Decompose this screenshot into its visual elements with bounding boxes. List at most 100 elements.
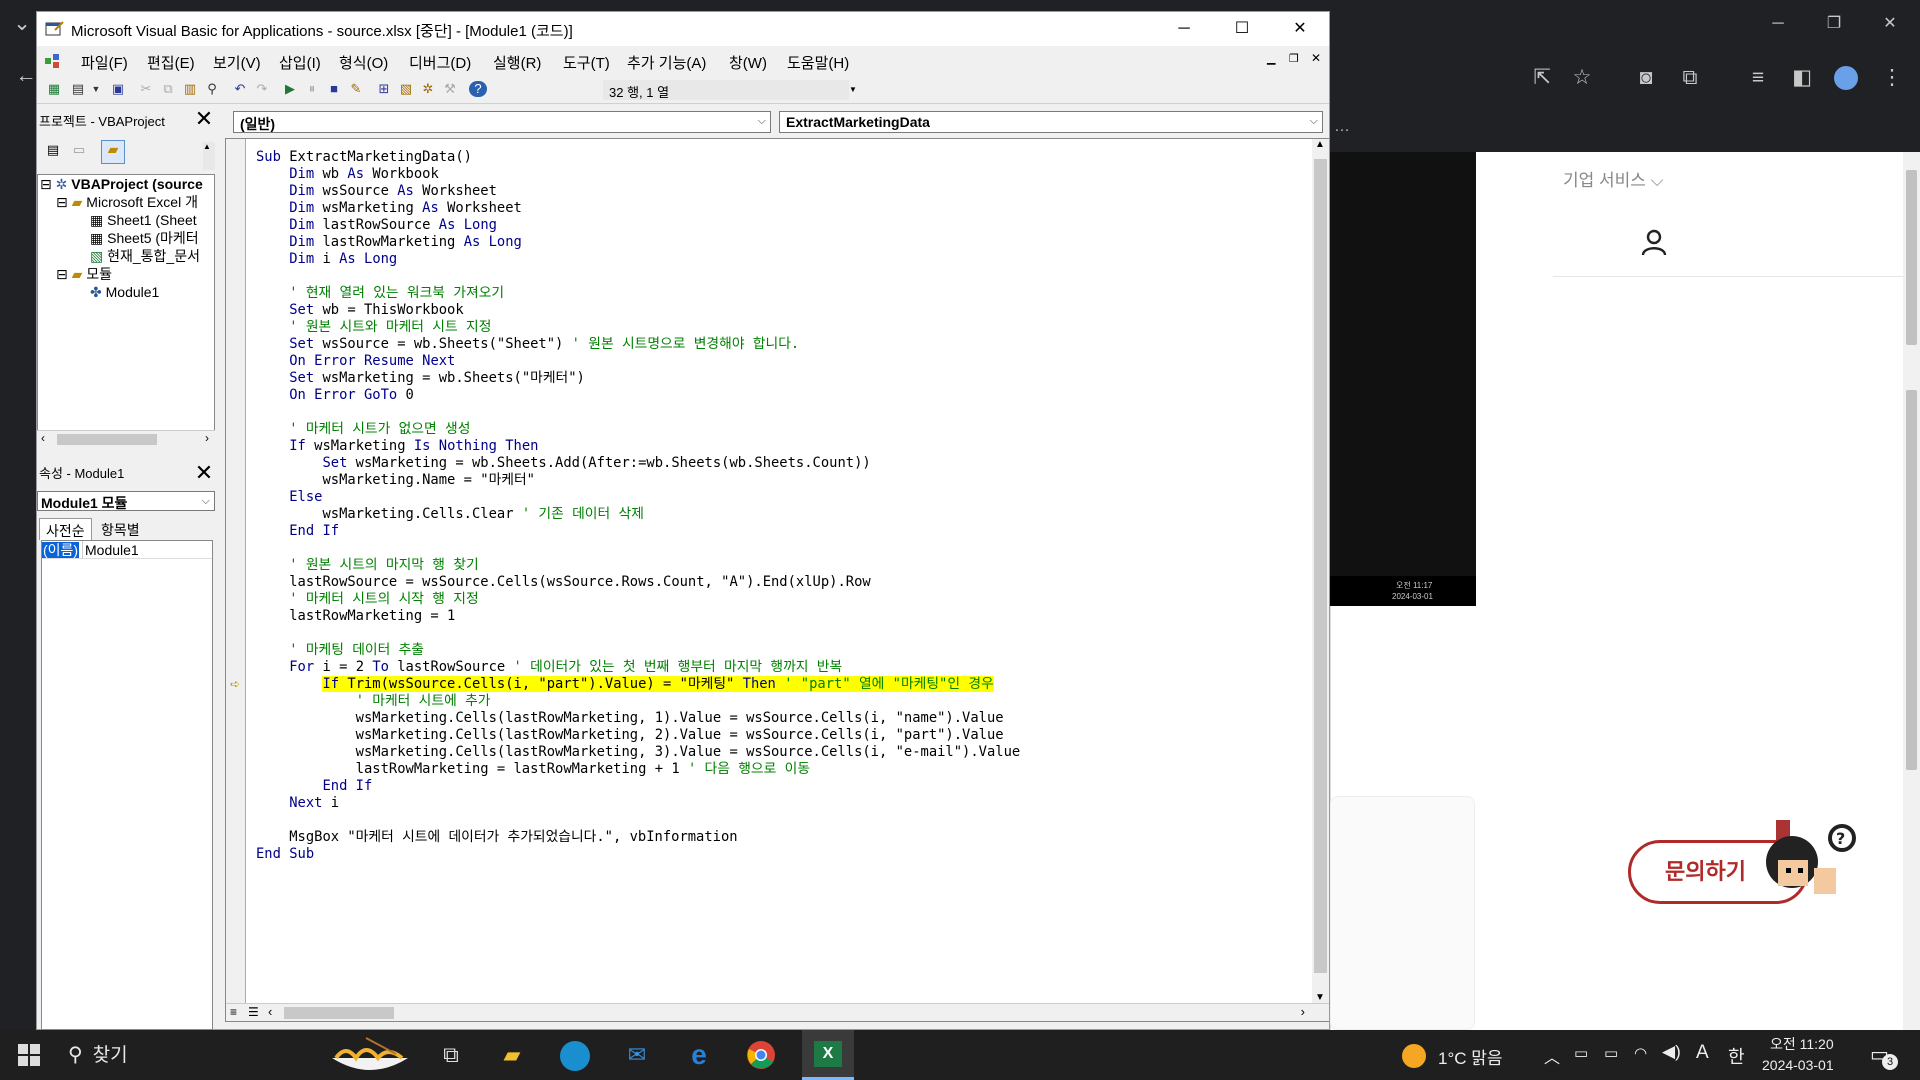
mdi-close-button[interactable]: ✕	[1311, 51, 1321, 65]
code-vscroll-thumb[interactable]	[1314, 159, 1327, 973]
project-hscrollbar[interactable]: ‹ ›	[37, 430, 215, 447]
properties-object-select[interactable]: Module1 모듈 ⌵	[37, 491, 215, 511]
menu-file[interactable]: 파일(F)	[81, 52, 128, 73]
chevron-down-icon[interactable]: ⌵	[202, 495, 210, 508]
procedure-select[interactable]: ExtractMarketingData ⌵	[779, 111, 1323, 133]
code-editor[interactable]: Sub ExtractMarketingData() Dim wb As Wor…	[256, 149, 1020, 863]
collapse-icon[interactable]: ⊟	[56, 194, 68, 210]
bookmark-star-icon[interactable]: ☆	[1568, 66, 1596, 90]
pane-scroll-icon[interactable]: ▲	[203, 142, 215, 170]
ime-indicator[interactable]: 한	[1728, 1043, 1745, 1069]
tree-item-excel-objects[interactable]: ⊟ ▰ Microsoft Excel 개	[56, 193, 198, 211]
module-icon[interactable]	[43, 52, 63, 70]
volume-icon[interactable]: ◀)	[1662, 1042, 1681, 1062]
menu-edit[interactable]: 편집(E)	[147, 52, 195, 73]
copy-icon[interactable]: ⧉	[159, 81, 177, 97]
close-icon[interactable]: ✕	[1876, 12, 1904, 36]
tree-item-modules[interactable]: ⊟ ▰ 모듈	[56, 265, 112, 283]
menu-help[interactable]: 도움말(H)	[787, 52, 849, 73]
scroll-right-icon[interactable]: ›	[1301, 1004, 1305, 1019]
camera-icon[interactable]: ◙	[1632, 66, 1660, 90]
open-in-icon[interactable]: ⇱	[1528, 66, 1556, 90]
chevron-down-icon[interactable]: ⌵	[1310, 115, 1318, 128]
close-button[interactable]: ✕	[1271, 12, 1329, 46]
tree-item-sheet1[interactable]: ▦ Sheet1 (Sheet	[90, 211, 197, 229]
chrome-icon[interactable]	[746, 1040, 776, 1070]
task-view-icon[interactable]: ⧉	[436, 1042, 466, 1068]
break-icon[interactable]: ⏸	[303, 81, 321, 97]
tray-overflow-icon[interactable]: ︿	[1544, 1044, 1560, 1068]
menu-icon[interactable]: ⋮	[1878, 66, 1906, 90]
toggle-folders-icon[interactable]: ▰	[101, 140, 125, 164]
ime-a-indicator[interactable]: A	[1696, 1042, 1709, 1064]
reset-icon[interactable]: ■	[325, 81, 343, 97]
insert-dropdown-icon[interactable]: ▼	[87, 81, 105, 97]
scroll-up-icon[interactable]: ▲	[1315, 139, 1325, 150]
corp-service-menu[interactable]: 기업 서비스 ⌵	[1563, 166, 1664, 191]
property-row-name[interactable]: (이름) Module1	[42, 541, 212, 559]
mail-icon[interactable]: ✉	[620, 1042, 654, 1068]
taskbar-search[interactable]: ⚲ 찾기	[68, 1030, 348, 1080]
save-icon[interactable]: ▣	[109, 81, 127, 97]
design-mode-icon[interactable]: ✎	[347, 81, 365, 97]
run-icon[interactable]: ▶	[281, 81, 299, 97]
collapse-icon[interactable]: ⊟	[56, 266, 68, 282]
excel-taskbar-button[interactable]: X	[802, 1030, 854, 1080]
menu-tools[interactable]: 도구(T)	[563, 52, 610, 73]
mdi-minimize-button[interactable]: ▁	[1267, 52, 1275, 65]
scroll-thumb[interactable]	[57, 434, 157, 445]
menu-debug[interactable]: 디버그(D)	[409, 52, 471, 73]
weather-text[interactable]: 1°C 맑음	[1438, 1044, 1503, 1069]
tree-item-module1[interactable]: ✤ Module1	[90, 283, 159, 301]
restore-icon[interactable]: ❐	[1820, 12, 1848, 36]
weather-sun-icon[interactable]	[1402, 1044, 1426, 1068]
cut-icon[interactable]: ✂	[137, 81, 155, 97]
find-icon[interactable]: ⚲	[203, 81, 221, 97]
windows-start-icon[interactable]	[18, 1044, 40, 1066]
media-icon[interactable]: ≡	[1744, 66, 1772, 90]
view-object-icon[interactable]: ▭	[69, 142, 89, 162]
battery-icon[interactable]: ▭	[1604, 1044, 1618, 1062]
person-icon[interactable]	[1640, 228, 1668, 256]
toolbar-overflow-icon[interactable]: ▼	[849, 80, 859, 100]
tab-categorized[interactable]: 항목별	[95, 518, 146, 540]
chevron-down-icon[interactable]: ⌵	[758, 115, 766, 128]
menu-view[interactable]: 보기(V)	[213, 52, 261, 73]
tree-item-sheet5[interactable]: ▦ Sheet5 (마케터	[90, 229, 199, 247]
internet-explorer-icon[interactable]: e	[682, 1041, 716, 1069]
help-icon[interactable]: ?	[469, 81, 487, 97]
redo-icon[interactable]: ↷	[253, 81, 271, 97]
toolbox-icon[interactable]: ⚒	[441, 81, 459, 97]
webpage-scroll-thumb[interactable]	[1906, 170, 1917, 345]
tab-list-icon[interactable]: ⌄	[8, 12, 36, 36]
extensions-icon[interactable]: ⧉	[1676, 66, 1704, 90]
minimize-icon[interactable]: ─	[1764, 12, 1792, 36]
full-module-view-icon[interactable]: ☰	[248, 1005, 259, 1019]
code-window[interactable]: ➪ Sub ExtractMarketingData() Dim wb As W…	[225, 138, 1329, 1022]
object-select[interactable]: (일반) ⌵	[233, 111, 771, 133]
code-hscrollbar[interactable]: ≡ ☰ ‹ ›	[226, 1003, 1329, 1021]
project-close-button[interactable]: ✕	[192, 107, 216, 131]
meet-icon[interactable]: ▭	[1574, 1044, 1588, 1062]
maximize-button[interactable]: ☐	[1213, 12, 1271, 46]
scroll-right-icon[interactable]: ›	[205, 431, 209, 445]
bookmarks-overflow[interactable]: …	[1334, 118, 1350, 136]
menu-format[interactable]: 형식(O)	[339, 52, 388, 73]
search-highlight-noodle-icon[interactable]	[326, 1034, 414, 1078]
project-explorer-icon[interactable]: ⊞	[375, 81, 393, 97]
sidepanel-icon[interactable]: ◧	[1788, 66, 1816, 90]
tree-item-vbaproject[interactable]: ⊟ ✲ VBAProject (source	[40, 175, 203, 193]
scroll-down-icon[interactable]: ▼	[1315, 992, 1325, 1003]
mdi-restore-button[interactable]: ❐	[1289, 52, 1299, 65]
menu-run[interactable]: 실행(R)	[493, 52, 541, 73]
network-icon[interactable]: ◠	[1634, 1044, 1647, 1062]
collapse-icon[interactable]: ⊟	[40, 176, 52, 192]
menu-insert[interactable]: 삽입(I)	[279, 52, 321, 73]
undo-icon[interactable]: ↶	[231, 81, 249, 97]
view-code-icon[interactable]: ▤	[43, 142, 63, 162]
webpage-scroll-thumb-lower[interactable]	[1906, 390, 1917, 770]
properties-close-button[interactable]: ✕	[192, 461, 216, 485]
tab-alphabetic[interactable]: 사전순	[39, 518, 92, 540]
paste-icon[interactable]: ▥	[181, 81, 199, 97]
tree-item-thisworkbook[interactable]: ▧ 현재_통합_문서	[90, 247, 200, 265]
